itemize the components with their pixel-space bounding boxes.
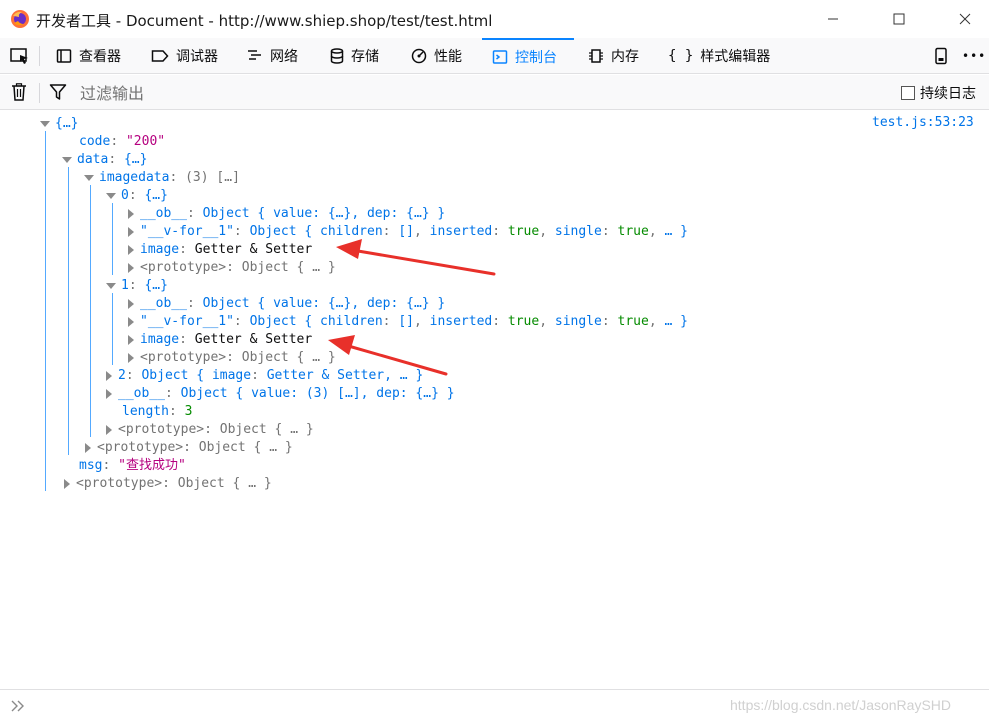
persist-logs-label: 持续日志: [920, 86, 976, 102]
more-options-button[interactable]: •••: [962, 38, 986, 73]
persist-logs-toggle[interactable]: 持续日志: [901, 83, 976, 103]
tab-label: 存储: [351, 48, 379, 65]
tree-row-code: code: "200": [79, 134, 166, 149]
collapsed-twisty-icon[interactable]: [128, 316, 134, 327]
tab-label: 样式编辑器: [700, 48, 771, 65]
tab-label: 查看器: [79, 48, 121, 65]
console-input-area[interactable]: https://blog.csdn.net/JasonRaySHD: [0, 689, 989, 722]
inspector-icon: [56, 48, 72, 63]
more-icon: •••: [962, 48, 987, 63]
tab-style-editor[interactable]: { } 样式编辑器: [668, 38, 770, 73]
collapsed-twisty-icon[interactable]: [106, 370, 112, 381]
memory-icon: [589, 48, 603, 63]
expanded-twisty-icon[interactable]: [84, 174, 94, 181]
tab-label: 性能: [434, 48, 462, 65]
expanded-twisty-icon[interactable]: [62, 156, 72, 163]
persist-logs-checkbox[interactable]: [901, 86, 915, 100]
console-icon: [492, 49, 508, 64]
tree-row-image[interactable]: image: Getter & Setter: [126, 331, 312, 349]
tree-row-ob[interactable]: __ob__: Object { value: {…}, dep: {…} }: [126, 205, 445, 223]
expanded-twisty-icon[interactable]: [106, 282, 116, 289]
console-filter-bar: 持续日志: [0, 75, 989, 110]
tree-guide: [112, 293, 113, 365]
tree-row-index-2[interactable]: 2: Object { image: Getter & Setter, … }: [104, 367, 423, 385]
tab-label: 调试器: [176, 48, 218, 65]
responsive-design-button[interactable]: [934, 38, 948, 73]
tree-row-prototype[interactable]: <prototype>: Object { … }: [83, 439, 293, 457]
filter-icon[interactable]: [49, 83, 67, 101]
tree-row-vfor[interactable]: "__v-for__1": Object { children: [], ins…: [126, 223, 688, 241]
tree-row-prototype[interactable]: <prototype>: Object { … }: [104, 421, 314, 439]
collapsed-twisty-icon[interactable]: [128, 226, 134, 237]
tab-label: 网络: [270, 48, 298, 65]
storage-icon: [330, 47, 344, 64]
tree-row-prototype[interactable]: <prototype>: Object { … }: [126, 349, 336, 367]
tree-row-vfor[interactable]: "__v-for__1": Object { children: [], ins…: [126, 313, 688, 331]
devtools-toolbar: 查看器 调试器 网络 存储 性能 控制台 内存 { } 样式编辑器 •••: [0, 38, 989, 74]
console-output: test.js:53:23 {…} code: "200" data: {…} …: [0, 111, 989, 689]
tree-row-prototype[interactable]: <prototype>: Object { … }: [126, 259, 336, 277]
firefox-icon: [11, 10, 29, 28]
tab-memory[interactable]: 内存: [588, 38, 639, 73]
maximize-button[interactable]: [876, 0, 922, 38]
collapsed-twisty-icon[interactable]: [128, 334, 134, 345]
maximize-icon: [893, 13, 905, 25]
tree-guide: [112, 203, 113, 275]
tree-row-array-ob[interactable]: __ob__: Object { value: (3) […], dep: {……: [104, 385, 455, 403]
tree-row-data[interactable]: data: {…}: [62, 151, 147, 169]
collapsed-twisty-icon[interactable]: [128, 298, 134, 309]
collapsed-twisty-icon[interactable]: [64, 478, 70, 489]
close-icon: [959, 13, 971, 25]
tab-performance[interactable]: 性能: [411, 38, 462, 73]
toolbar-separator: [39, 46, 40, 66]
tab-label: 内存: [611, 48, 639, 65]
tree-row-index-1[interactable]: 1: {…}: [106, 277, 168, 295]
performance-icon: [411, 48, 427, 63]
style-editor-icon: { }: [668, 47, 694, 64]
filter-output-input[interactable]: [80, 81, 780, 105]
collapsed-twisty-icon[interactable]: [106, 424, 112, 435]
chevron-right-double-icon: [11, 700, 24, 712]
collapsed-twisty-icon[interactable]: [85, 442, 91, 453]
source-link[interactable]: test.js:53:23: [872, 115, 974, 130]
tree-row-length: length: 3: [122, 404, 193, 419]
network-icon: [248, 49, 261, 60]
expanded-twisty-icon[interactable]: [106, 192, 116, 199]
close-button[interactable]: [942, 0, 988, 38]
tree-guide: [90, 185, 91, 437]
collapsed-twisty-icon[interactable]: [128, 244, 134, 255]
filter-separator: [39, 83, 40, 103]
element-picker-button[interactable]: [10, 38, 30, 73]
annotation-arrow: [336, 239, 496, 276]
tree-row-msg: msg: "查找成功": [79, 458, 186, 473]
collapsed-twisty-icon[interactable]: [128, 262, 134, 273]
element-picker-icon: [10, 47, 28, 64]
tree-row-prototype[interactable]: <prototype>: Object { … }: [62, 475, 272, 493]
tree-row-index-0[interactable]: 0: {…}: [106, 187, 168, 205]
window-title: 开发者工具 - Document - http://www.shiep.shop…: [36, 12, 493, 30]
minimize-icon: [828, 18, 838, 20]
tab-debugger[interactable]: 调试器: [151, 38, 218, 73]
debugger-icon: [151, 49, 169, 62]
tree-row-image[interactable]: image: Getter & Setter: [126, 241, 312, 259]
tree-guide: [68, 167, 69, 455]
collapsed-twisty-icon[interactable]: [106, 388, 112, 399]
tab-network[interactable]: 网络: [247, 38, 298, 73]
tab-label: 控制台: [515, 49, 557, 66]
tree-row-ob[interactable]: __ob__: Object { value: {…}, dep: {…} }: [126, 295, 445, 313]
minimize-button[interactable]: [810, 0, 856, 38]
tab-inspector[interactable]: 查看器: [56, 38, 121, 73]
console-tree-root[interactable]: {…}: [40, 115, 78, 133]
tab-storage[interactable]: 存储: [330, 38, 379, 73]
collapsed-twisty-icon[interactable]: [128, 208, 134, 219]
tab-console[interactable]: 控制台: [482, 38, 574, 73]
responsive-design-icon: [935, 47, 947, 64]
title-bar: 开发者工具 - Document - http://www.shiep.shop…: [0, 0, 989, 38]
trash-icon[interactable]: [11, 83, 27, 101]
collapsed-twisty-icon[interactable]: [128, 352, 134, 363]
expanded-twisty-icon[interactable]: [40, 120, 50, 127]
tree-row-imagedata[interactable]: imagedata: (3) […]: [84, 169, 240, 187]
watermark-text: https://blog.csdn.net/JasonRaySHD: [730, 697, 952, 713]
tree-guide: [45, 131, 46, 491]
